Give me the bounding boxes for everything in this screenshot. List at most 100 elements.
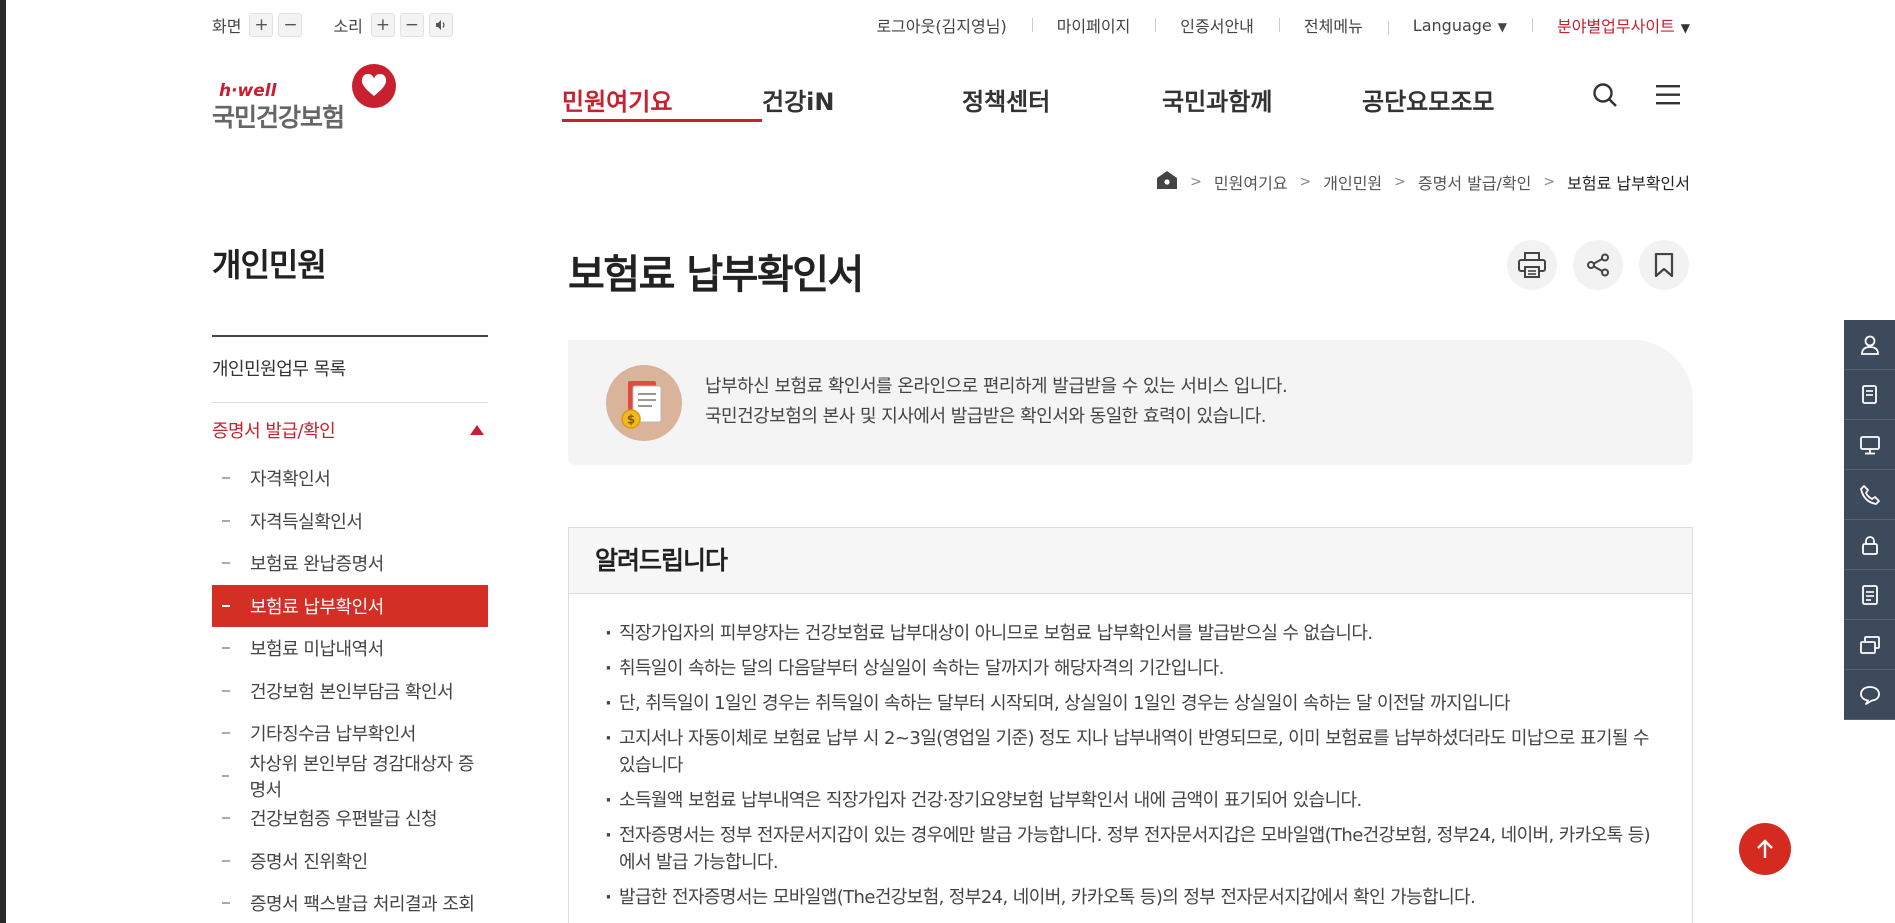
side-nav-item[interactable]: 자격확인서	[212, 457, 488, 500]
site-logo[interactable]: h·well 국민건강보험	[212, 64, 402, 132]
dash-icon	[222, 774, 230, 777]
speaker-icon[interactable]	[428, 13, 453, 37]
breadcrumb-item[interactable]: 증명서 발급/확인	[1418, 170, 1532, 194]
field-sites-dropdown[interactable]: 분야별업무사이트 ▼	[1532, 13, 1690, 37]
notice-item: 고지서나 자동이체로 보험료 납부 시 2~3일(영업일 기준) 정도 지나 납…	[605, 725, 1652, 779]
quick-chat-button[interactable]	[1844, 670, 1895, 720]
quick-lock-button[interactable]	[1844, 520, 1895, 570]
side-nav-item-label: 보험료 납부확인서	[250, 596, 384, 618]
share-icon	[1587, 253, 1609, 277]
print-icon	[1518, 252, 1546, 278]
service-intro: $ 납부하신 보험료 확인서를 온라인으로 편리하게 발급받을 수 있는 서비스…	[568, 340, 1693, 465]
page-tools	[1507, 240, 1689, 290]
notice-title: 알려드립니다	[569, 528, 1692, 594]
notice-item: 전자증명서는 정부 전자문서지갑이 있는 경우에만 발급 가능합니다. 정부 전…	[605, 822, 1652, 876]
certificate-guide-link[interactable]: 인증서안내	[1155, 13, 1279, 37]
breadcrumb-item[interactable]: 개인민원	[1323, 170, 1382, 194]
dash-icon	[222, 689, 230, 692]
quick-call-button[interactable]	[1844, 470, 1895, 520]
caret-down-icon: ▼	[1497, 19, 1507, 34]
windows-icon	[1859, 635, 1880, 654]
language-dropdown[interactable]: Language ▼	[1387, 15, 1532, 35]
home-icon[interactable]	[1156, 170, 1178, 194]
side-nav-item[interactable]: 건강보험증 우편발급 신청	[212, 797, 488, 840]
chevron-right-icon: >	[1394, 174, 1406, 190]
side-nav-item[interactable]: 차상위 본인부담 경감대상자 증명서	[212, 754, 488, 801]
dash-icon	[222, 859, 230, 862]
sound-label: 소리	[333, 17, 363, 36]
bookmark-button[interactable]	[1639, 240, 1689, 290]
form-icon	[1861, 584, 1878, 605]
quick-document-button[interactable]	[1844, 370, 1895, 420]
bookmark-icon	[1654, 253, 1674, 277]
side-nav-title: 개인민원	[212, 246, 327, 284]
search-icon[interactable]	[1592, 82, 1618, 112]
nav-item-together[interactable]: 국민과함께	[1162, 82, 1362, 118]
accessibility-controls: 화면 + − 소리 + −	[212, 13, 484, 37]
notice-item: 취득일이 속하는 달의 다음달부터 상실일이 속하는 달까지가 해당자격의 기간…	[605, 655, 1652, 682]
quick-window-button[interactable]	[1844, 620, 1895, 670]
side-nav-list: 자격확인서자격득실확인서보험료 완납증명서보험료 납부확인서보험료 미납내역서건…	[212, 457, 488, 923]
page: 화면 + − 소리 + − 로그아웃(김지영님) 마이페이지 인증서안내 전체메…	[6, 0, 1895, 923]
side-nav-item[interactable]: 보험료 납부확인서	[212, 584, 488, 627]
gnb-icons	[1592, 82, 1680, 112]
volume-up-button[interactable]: +	[370, 13, 395, 37]
language-label: Language	[1412, 15, 1492, 35]
side-nav-item[interactable]: 기타징수금 납부확인서	[212, 712, 488, 755]
dash-icon	[222, 902, 230, 905]
chevron-right-icon: >	[1190, 174, 1202, 190]
dash-icon	[222, 477, 230, 480]
document-icon	[1861, 384, 1877, 404]
all-menu-link[interactable]: 전체메뉴	[1278, 13, 1388, 37]
side-nav-item-label: 보험료 완납증명서	[250, 554, 384, 576]
intro-text: 납부하신 보험료 확인서를 온라인으로 편리하게 발급받을 수 있는 서비스 입…	[705, 372, 1288, 432]
side-nav-item-label: 건강보험 본인부담금 확인서	[250, 681, 454, 703]
screen-zoom-label: 화면	[212, 17, 242, 36]
lock-icon	[1861, 535, 1878, 555]
zoom-in-button[interactable]: +	[249, 13, 274, 37]
nav-item-civil[interactable]: 민원여기요	[562, 82, 762, 122]
nav-item-health[interactable]: 건강iN	[762, 82, 962, 118]
mypage-link[interactable]: 마이페이지	[1031, 13, 1156, 37]
nav-item-policy[interactable]: 정책센터	[962, 82, 1162, 118]
side-nav-item-label: 자격득실확인서	[250, 511, 363, 533]
dash-icon	[222, 817, 230, 820]
side-nav-item[interactable]: 자격득실확인서	[212, 500, 488, 543]
side-nav-item-label: 증명서 팩스발급 처리결과 조회	[250, 894, 475, 916]
breadcrumb: > 민원여기요 > 개인민원 > 증명서 발급/확인 > 보험료 납부확인서	[1156, 170, 1690, 194]
intro-line: 납부하신 보험료 확인서를 온라인으로 편리하게 발급받을 수 있는 서비스 입…	[705, 376, 1288, 397]
side-nav-civil-list[interactable]: 개인민원업무 목록	[212, 337, 488, 403]
zoom-out-button[interactable]: −	[278, 13, 303, 37]
quick-monitor-button[interactable]	[1844, 420, 1895, 470]
quick-user-button[interactable]	[1844, 320, 1895, 370]
side-nav-section-label: 증명서 발급/확인	[212, 421, 336, 442]
intro-line: 국민건강보험의 본사 및 지사에서 발급받은 확인서와 동일한 효력이 있습니다…	[705, 406, 1266, 427]
side-nav-item[interactable]: 보험료 완납증명서	[212, 542, 488, 585]
quick-form-button[interactable]	[1844, 570, 1895, 620]
dash-icon	[222, 519, 230, 522]
side-nav-item[interactable]: 증명서 팩스발급 처리결과 조회	[212, 882, 488, 923]
side-nav-item[interactable]: 건강보험 본인부담금 확인서	[212, 670, 488, 713]
print-button[interactable]	[1507, 240, 1557, 290]
user-icon	[1860, 335, 1879, 355]
logout-link[interactable]: 로그아웃(김지영님)	[851, 13, 1031, 37]
monitor-icon	[1859, 435, 1880, 454]
side-nav-item[interactable]: 증명서 진위확인	[212, 840, 488, 883]
side-nav-item[interactable]: 보험료 미납내역서	[212, 627, 488, 670]
notice-item: 발급한 전자증명서는 모바일앱(The건강보험, 정부24, 네이버, 카카오톡…	[605, 884, 1652, 911]
nav-item-about[interactable]: 공단요모조모	[1362, 82, 1494, 118]
side-nav-section-certificates[interactable]: 증명서 발급/확인	[212, 403, 488, 457]
sound-group: 소리 + −	[333, 13, 457, 37]
document-coin-icon: $	[606, 365, 682, 441]
notice-list: 직장가입자의 피부양자는 건강보험료 납부대상이 아니므로 보험료 납부확인서를…	[569, 594, 1692, 911]
logo-brand-ko: 국민건강보험	[212, 103, 345, 132]
side-navigation: 개인민원 개인민원업무 목록 증명서 발급/확인 자격확인서자격득실확인서보험료…	[212, 240, 488, 923]
volume-down-button[interactable]: −	[399, 13, 424, 37]
share-button[interactable]	[1573, 240, 1623, 290]
phone-icon	[1859, 484, 1880, 505]
scroll-top-button[interactable]	[1739, 823, 1791, 875]
chevron-right-icon: >	[1543, 174, 1556, 190]
breadcrumb-item[interactable]: 민원여기요	[1214, 170, 1288, 194]
svg-text:$: $	[627, 413, 635, 427]
menu-icon[interactable]	[1656, 84, 1680, 110]
